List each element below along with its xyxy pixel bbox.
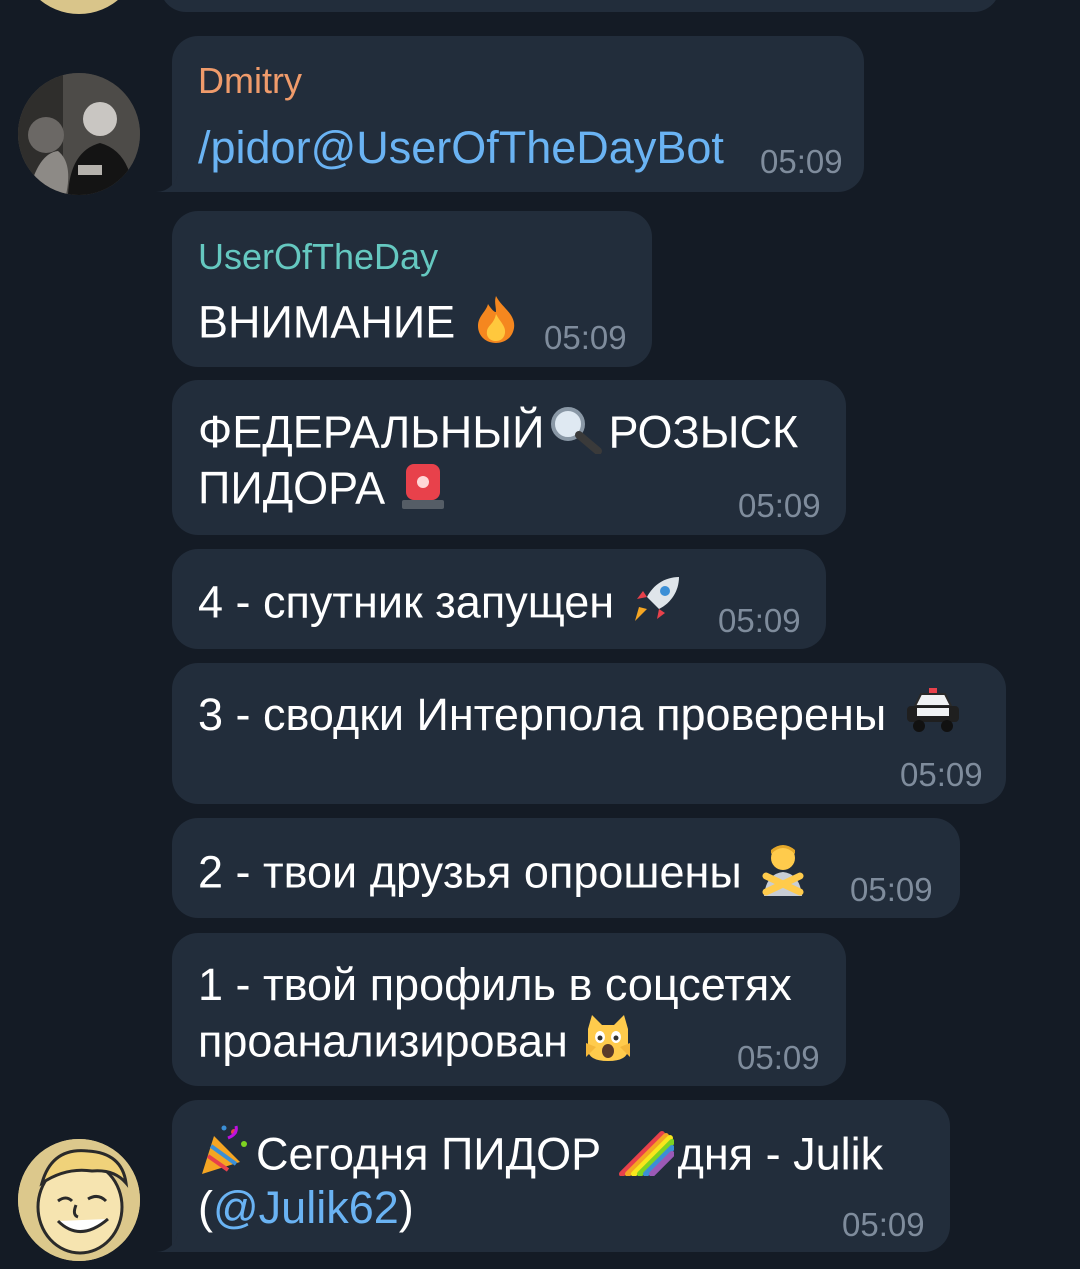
message-bubble: 4 - спутник запущен 05:09 bbox=[172, 549, 826, 649]
timestamp: 05:09 bbox=[738, 487, 821, 524]
message-text-content: 2 - твои друзья опрошены bbox=[198, 846, 742, 898]
rocket-icon bbox=[631, 573, 683, 638]
sender-name[interactable]: Dmitry bbox=[198, 63, 302, 99]
message-text-line: ФЕДЕРАЛЬНЫЙ РОЗЫСК bbox=[198, 404, 798, 467]
message-text-content: ПИДОРА bbox=[198, 462, 386, 514]
message-text-line: 1 - твой профиль в соцсетях bbox=[198, 959, 792, 1010]
message-text-content: проанализирован bbox=[198, 1015, 568, 1067]
bubble-tail bbox=[156, 170, 178, 192]
message-bubble: 3 - сводки Интерпола проверены 05:09 bbox=[172, 663, 1006, 804]
message-bubble: Сегодня ПИДОР дня - Julik (@Julik62) 05:… bbox=[172, 1100, 950, 1252]
person-gesturing-no-icon bbox=[758, 842, 808, 909]
message-bubble: UserOfTheDay ВНИМАНИЕ 05:09 bbox=[172, 211, 652, 367]
avatar[interactable] bbox=[18, 0, 140, 14]
message-text: 3 - сводки Интерпола проверены bbox=[198, 687, 967, 749]
sender-name[interactable]: UserOfTheDay bbox=[198, 239, 438, 275]
bubble-tail bbox=[156, 1230, 178, 1252]
weary-cat-icon bbox=[584, 1013, 632, 1076]
message-bubble: ФЕДЕРАЛЬНЫЙ РОЗЫСК ПИДОРА 05:09 bbox=[172, 380, 846, 535]
timestamp: 05:09 bbox=[760, 143, 843, 180]
message-text-content: 4 - спутник запущен bbox=[198, 576, 615, 628]
message-text-content: ФЕДЕРАЛЬНЫЙ bbox=[198, 406, 545, 458]
paren: ) bbox=[398, 1182, 414, 1233]
police-car-icon bbox=[903, 687, 963, 749]
user-mention-link[interactable]: @Julik62 bbox=[213, 1182, 399, 1233]
bot-command-link[interactable]: /pidor@UserOfTheDayBot bbox=[198, 120, 724, 176]
timestamp: 05:09 bbox=[544, 319, 627, 356]
message-text-content: РОЗЫСК bbox=[608, 406, 799, 458]
message-text-content: дня - Julik bbox=[677, 1128, 884, 1180]
message-text-line: ПИДОРА bbox=[198, 460, 448, 523]
avatar[interactable] bbox=[18, 73, 140, 195]
message-text-content: ВНИМАНИЕ bbox=[198, 296, 456, 348]
timestamp: 05:09 bbox=[842, 1206, 925, 1243]
timestamp: 05:09 bbox=[718, 602, 801, 639]
timestamp: 05:09 bbox=[737, 1039, 820, 1076]
timestamp: 05:09 bbox=[900, 756, 983, 793]
message-bubble: 2 - твои друзья опрошены 05:09 bbox=[172, 818, 960, 918]
fire-icon bbox=[472, 294, 520, 357]
message-bubble bbox=[160, 0, 1000, 12]
avatar[interactable] bbox=[18, 1139, 140, 1261]
message-text-line: (@Julik62) bbox=[198, 1180, 414, 1236]
message-text-line: проанализирован bbox=[198, 1013, 636, 1076]
message-text-content: Сегодня ПИДОР bbox=[256, 1128, 602, 1180]
message-bubble: 1 - твой профиль в соцсетях проанализиро… bbox=[172, 933, 846, 1086]
paren: ( bbox=[198, 1182, 213, 1233]
timestamp: 05:09 bbox=[850, 871, 933, 908]
message-text: 4 - спутник запущен bbox=[198, 573, 687, 638]
message-text-content: 3 - сводки Интерпола проверены bbox=[198, 689, 887, 740]
message-text: 2 - твои друзья опрошены bbox=[198, 842, 812, 909]
message-bubble: Dmitry /pidor@UserOfTheDayBot 05:09 bbox=[172, 36, 864, 192]
rainbow-icon bbox=[618, 1126, 675, 1189]
message-text: ВНИМАНИЕ bbox=[198, 294, 524, 357]
siren-icon bbox=[401, 460, 444, 523]
magnifier-icon bbox=[548, 404, 604, 467]
